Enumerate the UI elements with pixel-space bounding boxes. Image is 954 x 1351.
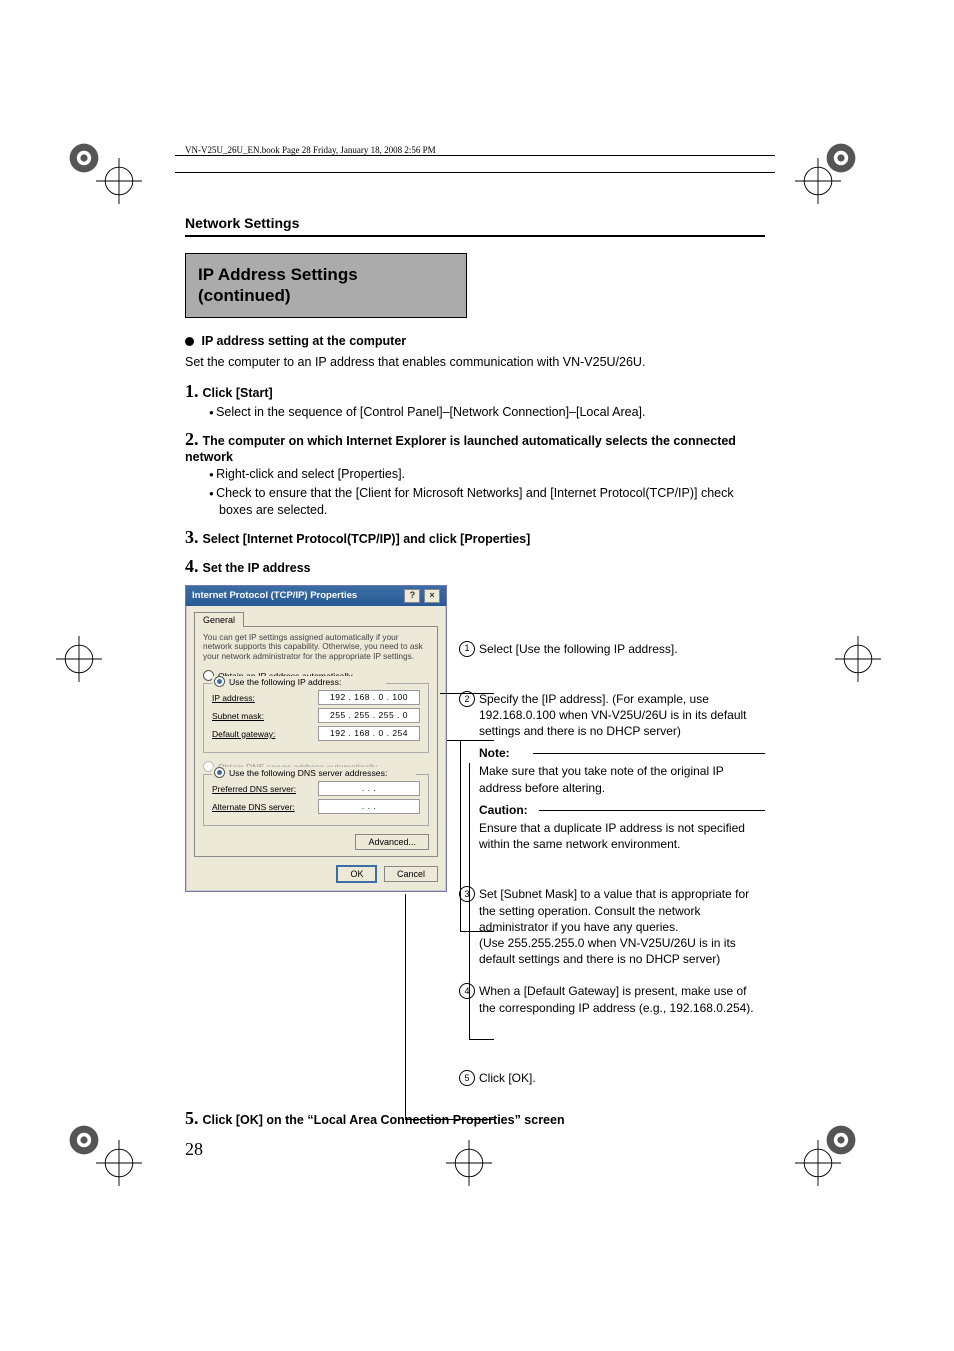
gateway-field: Default gateway: 192 . 168 . 0 . 254 (212, 726, 420, 741)
step-label: Set the IP address (202, 561, 310, 575)
page-content: VN-V25U_26U_EN.book Page 28 Friday, Janu… (185, 145, 765, 1160)
step-2-bullet1: Right-click and select [Properties]. (209, 466, 765, 483)
register-mark-icon (795, 1140, 841, 1186)
graybox-line2: (continued) (198, 285, 454, 306)
ip-address-field: IP address: 192 . 168 . 0 . 100 (212, 690, 420, 705)
callout-3: 3 Set [Subnet Mask] to a value that is a… (459, 886, 765, 967)
subnet-input[interactable]: 255 . 255 . 255 . 0 (318, 708, 420, 723)
circled-number-icon: 2 (459, 691, 475, 707)
step-1-bullet1: Select in the sequence of [Control Panel… (209, 404, 765, 421)
step-number: 2. (185, 429, 199, 450)
intro-text: Set the computer to an IP address that e… (185, 354, 765, 372)
callout-text: When a [Default Gateway] is present, mak… (479, 984, 754, 1014)
step-1: 1. Click [Start] Select in the sequence … (185, 381, 765, 421)
gateway-input[interactable]: 192 . 168 . 0 . 254 (318, 726, 420, 741)
subnet-field: Subnet mask: 255 . 255 . 255 . 0 (212, 708, 420, 723)
tab-general[interactable]: General (194, 612, 244, 627)
alt-dns-input[interactable]: . . . (318, 799, 420, 814)
bullet-heading-text: IP address setting at the computer (201, 334, 406, 348)
pref-dns-input[interactable]: . . . (318, 781, 420, 796)
caution-text: Ensure that a duplicate IP address is no… (479, 820, 765, 852)
callout-1: 1 Select [Use the following IP address]. (459, 641, 765, 657)
step-3: 3. Select [Internet Protocol(TCP/IP)] an… (185, 527, 765, 548)
close-button[interactable]: × (424, 589, 440, 603)
radio-label: Use the following IP address: (229, 677, 341, 687)
callout-text: Select [Use the following IP address]. (479, 642, 678, 656)
ip-address-input[interactable]: 192 . 168 . 0 . 100 (318, 690, 420, 705)
step-number: 1. (185, 381, 199, 402)
note-text: Make sure that you take note of the orig… (479, 763, 765, 795)
ok-button[interactable]: OK (336, 865, 377, 883)
cancel-button[interactable]: Cancel (384, 866, 438, 882)
callout-column: 1 Select [Use the following IP address].… (455, 585, 765, 1102)
help-button[interactable]: ? (404, 589, 420, 603)
pref-dns-field: Preferred DNS server: . . . (212, 781, 420, 796)
radio-use-following-ip[interactable]: Use the following IP address: (212, 676, 386, 687)
radio-icon (214, 767, 225, 778)
dialog-screenshot: Internet Protocol (TCP/IP) Properties ? … (185, 585, 455, 1102)
step-2: 2. The computer on which Internet Explor… (185, 429, 765, 519)
step-label: Click [OK] on the “Local Area Connection… (202, 1113, 564, 1127)
circled-number-icon: 4 (459, 983, 475, 999)
caution-label: Caution: (479, 802, 765, 818)
circled-number-icon: 1 (459, 641, 475, 657)
section-title: Network Settings (185, 215, 765, 231)
callout-text: Specify the [IP address]. (For example, … (479, 692, 747, 738)
step-label: Click [Start] (202, 386, 272, 400)
register-mark-icon (835, 636, 881, 682)
step-number: 4. (185, 556, 199, 577)
circled-number-icon: 5 (459, 1070, 475, 1086)
callout-4: 4 When a [Default Gateway] is present, m… (459, 983, 765, 1015)
step-2-bullet2: Check to ensure that the [Client for Mic… (209, 485, 765, 519)
step-number: 5. (185, 1108, 199, 1129)
radio-use-following-dns[interactable]: Use the following DNS server addresses: (212, 767, 416, 778)
callout-5: 5 Click [OK]. (459, 1070, 765, 1086)
subsection-box: IP Address Settings (continued) (185, 253, 467, 318)
dialog-title: Internet Protocol (TCP/IP) Properties (192, 590, 357, 601)
register-mark-icon (96, 1140, 142, 1186)
bullet-heading: IP address setting at the computer (185, 334, 765, 348)
radio-label: Use the following DNS server addresses: (229, 768, 387, 778)
note-label: Note: (479, 745, 765, 761)
step-number: 3. (185, 527, 199, 548)
register-mark-icon (56, 636, 102, 682)
header-meta: VN-V25U_26U_EN.book Page 28 Friday, Janu… (185, 145, 765, 155)
callout-2: 2 Specify the [IP address]. (For example… (459, 691, 765, 853)
step-4: 4. Set the IP address (185, 556, 765, 577)
dialog-description: You can get IP settings assigned automat… (203, 633, 429, 663)
radio-icon (214, 676, 225, 687)
register-mark-icon (795, 158, 841, 204)
circled-number-icon: 3 (459, 886, 475, 902)
register-mark-icon (96, 158, 142, 204)
step-label: Select [Internet Protocol(TCP/IP)] and c… (202, 532, 530, 546)
advanced-button[interactable]: Advanced... (355, 834, 429, 850)
page-number: 28 (185, 1139, 765, 1160)
dialog-titlebar: Internet Protocol (TCP/IP) Properties ? … (186, 586, 446, 606)
step-label: The computer on which Internet Explorer … (185, 434, 736, 464)
graybox-line1: IP Address Settings (198, 264, 454, 285)
bullet-icon (185, 337, 194, 346)
callout-text: Click [OK]. (479, 1071, 536, 1085)
callout-text: Set [Subnet Mask] to a value that is app… (479, 887, 749, 966)
alt-dns-field: Alternate DNS server: . . . (212, 799, 420, 814)
